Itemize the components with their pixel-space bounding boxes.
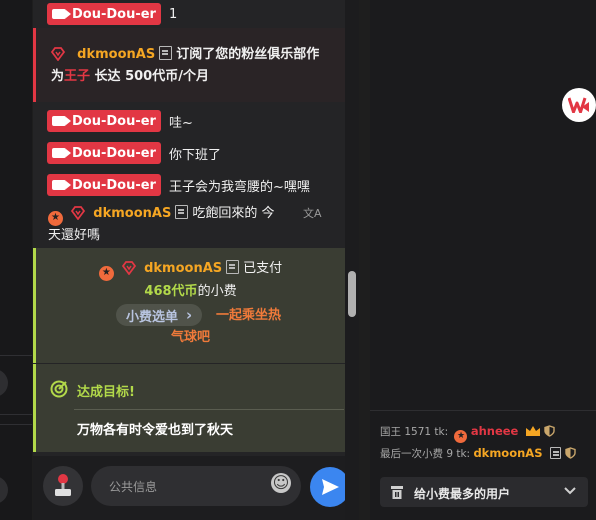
username: Dou-Dou-er — [72, 177, 156, 193]
username: Dou-Dou-er — [72, 113, 156, 129]
subscription-text: 长达 — [90, 69, 126, 84]
chat-message: Dou-Dou-er 王子会为我弯腰的~嘿嘿 — [33, 169, 345, 201]
w-logo-button[interactable] — [562, 88, 596, 122]
input-placeholder: 公共信息 — [109, 480, 158, 494]
king-row: 国王 1571 tk: ★ ahneee — [380, 422, 555, 443]
token-amount: 468代币 — [144, 283, 198, 299]
user-badge[interactable]: Dou-Dou-er — [47, 110, 161, 132]
chat-scrollbar-track[interactable] — [345, 0, 359, 520]
chevron-down-icon — [564, 487, 576, 495]
emoji-icon[interactable]: ☺ — [271, 473, 291, 493]
document-icon — [175, 205, 189, 219]
divider — [0, 414, 32, 415]
chevron-right-icon: › — [186, 306, 193, 324]
shield-icon — [565, 447, 576, 459]
user-badge[interactable]: Dou-Dou-er — [47, 3, 161, 25]
send-icon — [322, 479, 339, 495]
camera-icon — [52, 116, 71, 126]
subscription-notice: dkmoonAS 订阅了您的粉丝俱乐部作 为王子 长达 500代币/个月 — [33, 28, 345, 102]
tip-text: 的小费 — [197, 283, 237, 299]
tip-action-text: 气球吧 — [170, 330, 210, 345]
username[interactable]: dkmoonAS — [77, 47, 155, 62]
message-text: 吃飽回來的 今 — [192, 206, 275, 221]
token-amount: 500代币 — [125, 69, 179, 84]
king-label: 国王 1571 tk: — [380, 426, 449, 438]
top-tipper-label: 给小费最多的用户 — [414, 487, 511, 501]
message-text: 1 — [168, 6, 178, 22]
divider — [0, 424, 32, 425]
camera-icon — [52, 148, 71, 158]
last-tip-username[interactable]: dkmoonAS — [473, 446, 542, 460]
star-badge-icon: ★ — [98, 265, 114, 281]
username: Dou-Dou-er — [72, 6, 156, 22]
crown-icon — [525, 426, 540, 436]
document-icon — [226, 260, 240, 274]
chat-message: Dou-Dou-er 1 — [33, 0, 345, 28]
w-logo-icon — [568, 97, 589, 113]
diamond-icon — [121, 261, 136, 275]
top-tipper-dropdown[interactable]: 给小费最多的用户 — [380, 477, 588, 507]
divider — [370, 410, 596, 411]
right-panel: 国王 1571 tk: ★ ahneee 最后一次小费 9 tk: dkmoon… — [370, 0, 596, 520]
target-icon — [50, 380, 68, 398]
user-badge[interactable]: Dou-Dou-er — [47, 142, 161, 164]
king-username[interactable]: ahneee — [471, 424, 519, 438]
subscription-text: /个月 — [178, 69, 209, 84]
translate-icon[interactable]: 文A — [303, 205, 322, 221]
goal-notice: 达成目标! 万物各有时令爱也到了秋天 — [33, 364, 345, 452]
subscription-text: 为 — [51, 69, 65, 84]
public-message-input[interactable]: 公共信息 ☺ — [91, 466, 301, 506]
tip-text: 已支付 — [243, 261, 283, 276]
joystick-icon — [55, 474, 71, 496]
chat-scrollbar-thumb[interactable] — [348, 271, 356, 317]
chat-message: Dou-Dou-er 你下班了 — [33, 137, 345, 169]
send-button[interactable] — [310, 467, 350, 507]
camera-icon — [52, 9, 71, 19]
joystick-button[interactable] — [43, 466, 83, 506]
message-text: 哇~ — [168, 115, 193, 131]
star-badge-icon: ★ — [48, 210, 63, 226]
username: Dou-Dou-er — [72, 145, 156, 161]
star-badge-icon: ★ — [454, 429, 468, 443]
last-tip-row: 最后一次小费 9 tk: dkmoonAS — [380, 444, 576, 463]
subscription-text: 订阅了您的粉丝俱乐部作 — [176, 47, 320, 62]
user-badge[interactable]: Dou-Dou-er — [47, 174, 161, 196]
chat-message: ★ dkmoonAS 吃飽回來的 今 天還好嗎 文A — [33, 202, 345, 246]
tip-menu-label: 小费选单 — [126, 309, 179, 325]
message-text: 你下班了 — [168, 147, 221, 163]
goal-text: 万物各有时令爱也到了秋天 — [77, 423, 234, 438]
trash-box-icon — [391, 486, 403, 499]
last-tip-label: 最后一次小费 9 tk: — [380, 448, 471, 460]
username[interactable]: dkmoonAS — [93, 206, 171, 221]
tip-notice: ★ dkmoonAS 已支付 468代币的小费 小费选单 › 一起乘坐热 气球吧 — [33, 248, 345, 363]
camera-icon — [52, 180, 71, 190]
username[interactable]: dkmoonAS — [144, 261, 222, 276]
tip-action-text: 一起乘坐热 — [216, 308, 282, 323]
left-background-panel — [0, 0, 32, 520]
shield-icon — [544, 425, 555, 437]
chat-message: Dou-Dou-er 哇~ — [33, 105, 345, 137]
goal-title: 达成目标! — [77, 385, 135, 400]
document-icon — [159, 46, 173, 60]
diamond-icon — [51, 47, 65, 61]
left-panel-control[interactable] — [0, 476, 8, 504]
chat-panel: Dou-Dou-er 1 dkmoonAS 订阅了您的粉丝俱乐部作 为王子 长达 … — [33, 0, 350, 520]
tier-name: 王子 — [64, 69, 91, 84]
diamond-icon — [71, 206, 86, 220]
divider — [0, 355, 32, 356]
message-text: 王子会为我弯腰的~嘿嘿 — [168, 179, 310, 195]
left-panel-control[interactable] — [0, 369, 8, 397]
message-text: 天還好嗎 — [48, 227, 101, 243]
tip-menu-button[interactable]: 小费选单 › — [116, 304, 203, 326]
chat-input-bar: 公共信息 ☺ — [33, 456, 350, 520]
document-icon — [549, 447, 561, 459]
divider — [74, 409, 344, 410]
